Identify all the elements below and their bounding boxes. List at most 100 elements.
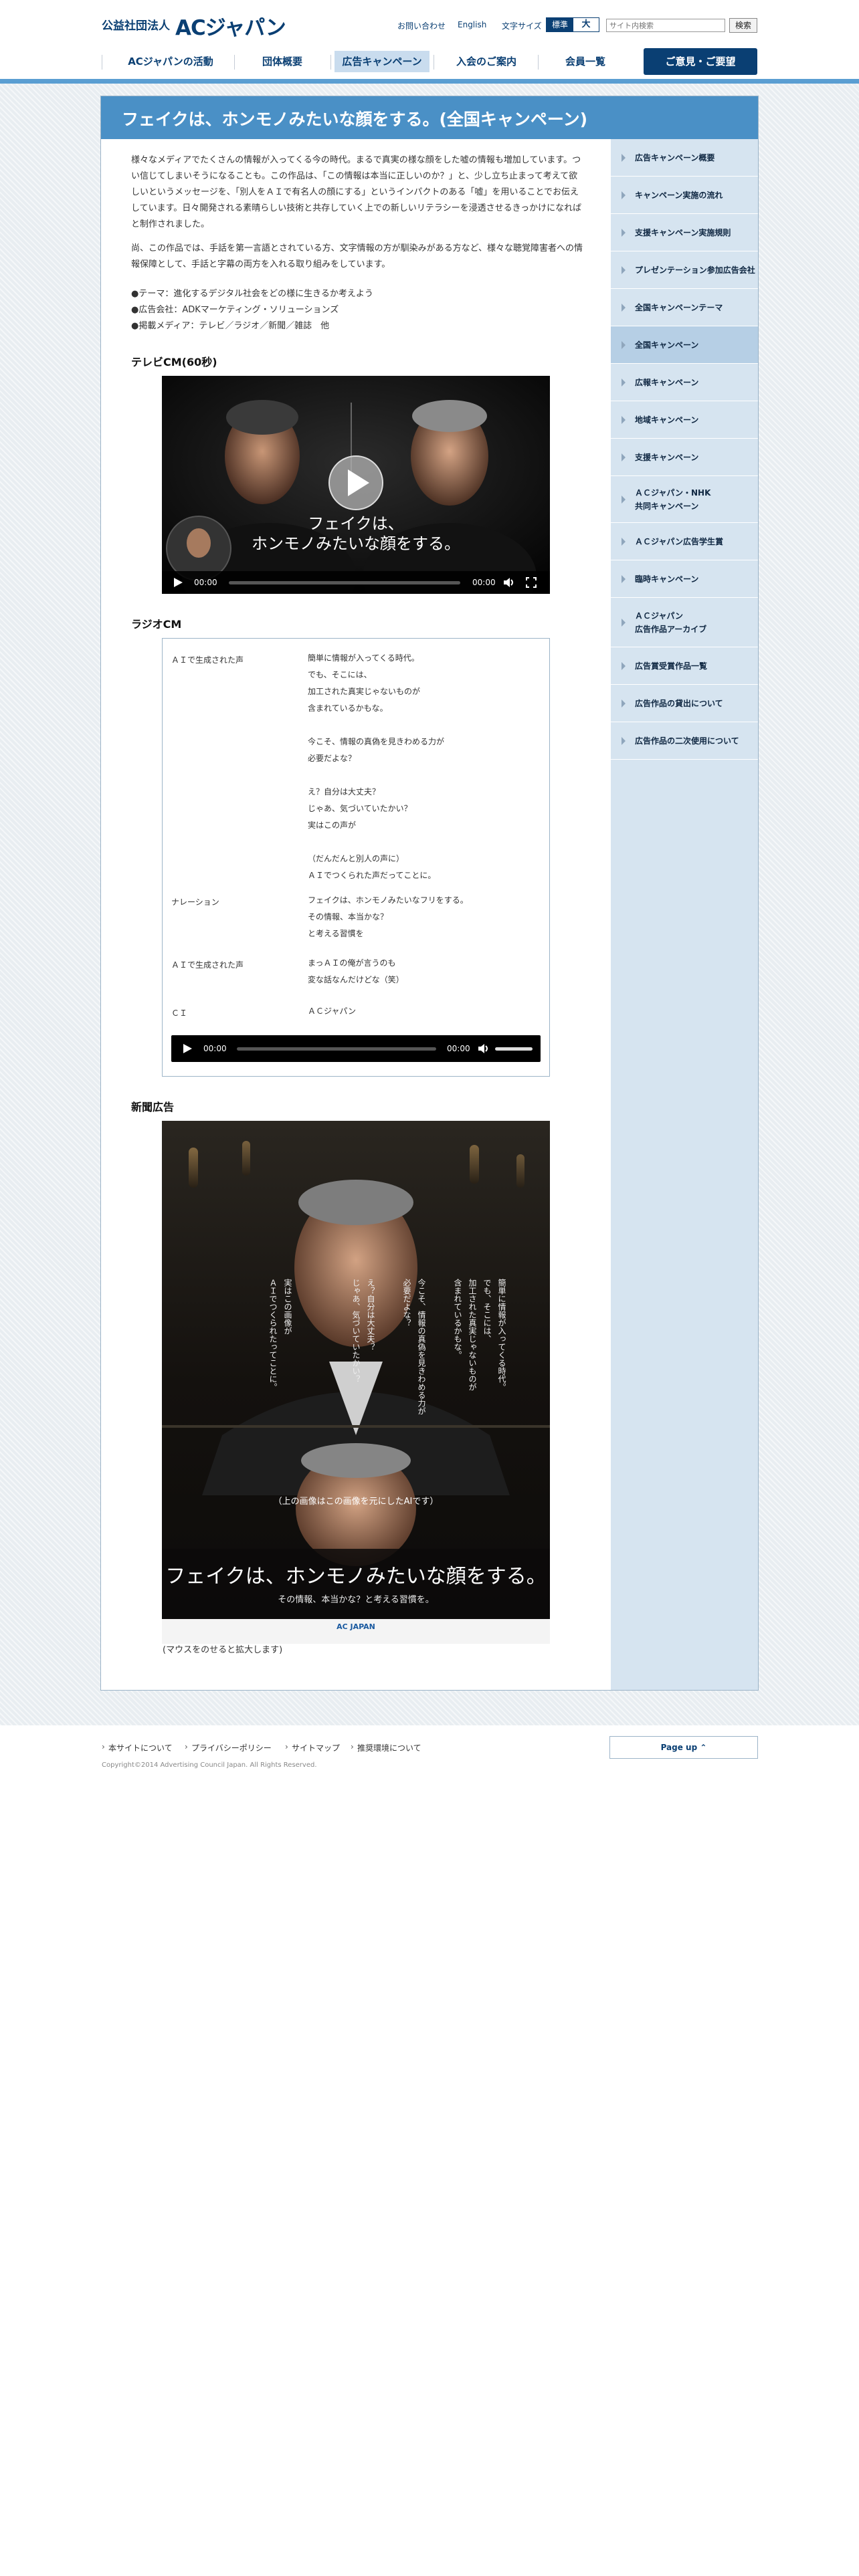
video-subtitle-line1: フェイクは、 [308, 514, 404, 533]
search-input[interactable] [606, 19, 725, 32]
search-button[interactable]: 検索 [729, 18, 757, 33]
nav-item-membership[interactable]: 入会のご案内 [436, 49, 537, 74]
site-footer [0, 1725, 859, 2576]
sidebar-item[interactable]: 臨時キャンペーン [611, 560, 758, 598]
ad-headline: フェイクは、ホンモノみたいな顔をする。 [165, 1565, 547, 1588]
sidebar-item[interactable]: ＡＣジャパン・NHK 共同キャンペーン [611, 476, 758, 523]
info-media: ●掲載メディア：テレビ／ラジオ／新聞／雑誌 他 [131, 321, 330, 331]
radio-lines: フェイクは、ホンモノみたいなフリをする。 その情報、本当かな？ と考える習慣を [308, 895, 468, 938]
english-link[interactable]: English [458, 20, 486, 29]
site-logo[interactable]: ACジャパン [175, 11, 286, 41]
volume-icon[interactable] [503, 577, 515, 588]
sidebar-item-label: 広告賞受賞作品一覧 [635, 661, 708, 671]
nav-divider [234, 55, 235, 70]
radio-role: ＡＩで生成された声 [171, 655, 244, 665]
sidebar-item[interactable]: 広報キャンペーン [611, 364, 758, 401]
video-controls: 00:00 00:00 [162, 571, 550, 594]
footer-link-about-site[interactable]: 本サイトについて [108, 1742, 173, 1753]
chevron-right-icon [622, 153, 626, 162]
chevron-right-icon [622, 265, 626, 274]
sidebar-item[interactable]: ＡＣジャパン広告学生賞 [611, 523, 758, 560]
audio-current-time: 00:00 [203, 1044, 227, 1053]
font-size-standard-button[interactable]: 標準 [547, 18, 573, 31]
footer-link-sitemap[interactable]: サイトマップ [292, 1742, 340, 1753]
ad-vertical-text: 必要だよな？ [402, 1279, 411, 1327]
video-progress-bar[interactable] [229, 581, 460, 584]
contact-link[interactable]: お問い合わせ [397, 20, 446, 31]
font-size-label: 文字サイズ [502, 21, 542, 31]
sidebar-item[interactable]: 支援キャンペーン実施規則 [611, 214, 758, 251]
sidebar-item-label: 全国キャンペーンテーマ [635, 302, 723, 312]
volume-icon[interactable] [478, 1043, 490, 1054]
radio-audio-player[interactable]: 00:00 00:00 [171, 1035, 541, 1062]
page-up-button[interactable]: Page up ⌃ [609, 1736, 758, 1759]
sidebar-item[interactable]: 広告作品の貸出について [611, 685, 758, 722]
sidebar-item[interactable]: ＡＣジャパン 広告作品アーカイブ [611, 598, 758, 647]
info-agency: ●広告会社：ADKマーケティング・ソリューションズ [131, 305, 339, 315]
nav-item-members[interactable]: 会員一覧 [541, 49, 630, 74]
ad-vertical-text: じゃあ、気づいていたかい？ [351, 1279, 361, 1383]
sidebar-item[interactable]: 支援キャンペーン [611, 439, 758, 476]
sidebar-item[interactable]: 地域キャンペーン [611, 401, 758, 439]
video-total-time: 00:00 [472, 578, 496, 587]
ad-vertical-text: 今こそ、情報の真偽を見きわめる力が [417, 1279, 426, 1415]
play-icon[interactable] [182, 1043, 193, 1054]
nav-item-activities[interactable]: ACジャパンの活動 [107, 49, 234, 74]
ad-vertical-text: 含まれているかもな。 [453, 1279, 462, 1359]
logo-prefix[interactable]: 公益社団法人 [102, 16, 170, 33]
info-theme: ●テーマ：進化するデジタル社会をどの様に生きるか考えよう [131, 289, 373, 299]
tv-cm-heading: テレビCM(60秒) [131, 356, 217, 368]
sidebar-item[interactable]: 広告キャンペーン概要 [611, 139, 758, 177]
chevron-up-icon: ⌃ [700, 1743, 707, 1752]
font-size-large-button[interactable]: 大 [573, 18, 599, 31]
newspaper-ad-image[interactable]: 簡単に情報が入ってくる時代。 でも、そこには、 加工された真実じゃないものが 含まれて… [162, 1121, 550, 1644]
page-title: フェイクは、ホンモノみたいな顔をする。(全国キャンペーン) [122, 110, 588, 129]
sidebar-item-label: 全国キャンペーン [635, 340, 699, 350]
footer-link-marker: › [351, 1742, 354, 1751]
tv-cm-video-player[interactable]: フェイクは、 ホンモノみたいな顔をする。 00:00 00:00 [162, 376, 550, 594]
nav-divider [538, 55, 539, 70]
chevron-right-icon [622, 661, 626, 670]
sidebar-item[interactable]: 全国キャンペーン [611, 326, 758, 364]
sidebar-item[interactable]: プレゼンテーション参加広告会社 [611, 251, 758, 289]
audio-progress-bar[interactable] [237, 1047, 436, 1051]
chevron-right-icon [622, 574, 626, 583]
sidebar-item-label: キャンペーン実施の流れ [635, 190, 723, 200]
ad-vertical-text: 簡単に情報が入ってくる時代。 [497, 1279, 506, 1391]
radio-role: ＡＩで生成された声 [171, 960, 244, 970]
video-subtitle-line2: ホンモノみたいな顔をする。 [252, 534, 460, 553]
chevron-right-icon [622, 618, 626, 627]
sidebar-item[interactable]: 全国キャンペーンテーマ [611, 289, 758, 326]
nav-item-campaigns[interactable]: 広告キャンペーン [335, 49, 430, 74]
sidebar-item-label: 広告作品の二次使用について [635, 736, 739, 746]
newspaper-ad-caption: (マウスをのせると拡大します) [163, 1645, 283, 1655]
play-icon[interactable] [173, 577, 183, 588]
footer-link-marker: › [285, 1742, 288, 1751]
sidebar-item[interactable]: 広告作品の二次使用について [611, 722, 758, 760]
chevron-right-icon [622, 537, 626, 546]
sidebar-item[interactable]: キャンペーン実施の流れ [611, 177, 758, 214]
fullscreen-icon[interactable] [526, 577, 537, 588]
footer-link-privacy[interactable]: プライバシーポリシー [191, 1742, 272, 1753]
ad-vertical-text: 加工された真実じゃないものが [468, 1279, 477, 1391]
ad-vertical-text: 実はこの画像が [283, 1279, 292, 1335]
accessibility-paragraph: 尚、この作品では、手話を第一言語とされている方、文字情報の方が馴染みがある方など… [131, 243, 583, 270]
footer-link-environment[interactable]: 推奨環境について [357, 1742, 421, 1753]
radio-lines: 簡単に情報が入ってくる時代。 でも、そこには、 加工された真実じゃないものが 含… [308, 653, 445, 880]
video-current-time: 00:00 [194, 578, 217, 587]
footer-link-marker: › [102, 1742, 105, 1751]
sidebar-item-label: 支援キャンペーン実施規則 [635, 227, 731, 237]
copyright: Copyright©2014 Advertising Council Japan… [102, 1761, 317, 1769]
feedback-button[interactable]: ご意見・ご要望 [644, 48, 757, 75]
sidebar-item-label: 臨時キャンペーン [635, 574, 699, 584]
sidebar-item-label: ＡＣジャパン・NHK 共同キャンペーン [635, 488, 711, 511]
nav-item-about[interactable]: 団体概要 [237, 49, 328, 74]
sidebar-item-label: 地域キャンペーン [635, 415, 699, 425]
newspaper-ad-heading: 新聞広告 [131, 1101, 175, 1113]
sidebar-item-label: プレゼンテーション参加広告会社 [635, 265, 755, 275]
sidebar-item[interactable]: 広告賞受賞作品一覧 [611, 647, 758, 685]
sidebar-item-label: 支援キャンペーン [635, 452, 699, 462]
sidebar-item-label: 広告作品の貸出について [635, 698, 723, 708]
chevron-right-icon [622, 736, 626, 745]
volume-slider[interactable] [495, 1047, 533, 1051]
